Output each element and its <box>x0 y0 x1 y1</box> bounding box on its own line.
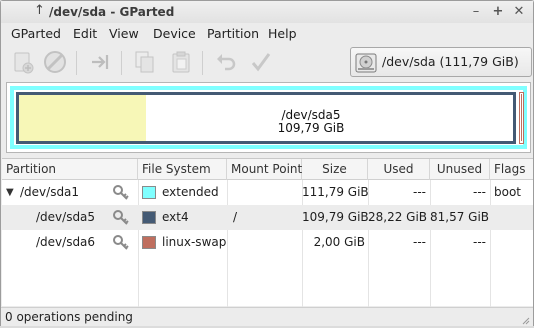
paste-icon[interactable] <box>168 49 194 75</box>
copy-icon[interactable] <box>132 49 158 75</box>
cell-unused: --- <box>473 235 486 249</box>
key-icon <box>112 209 130 227</box>
delete-icon[interactable] <box>42 49 68 75</box>
device-selector[interactable]: /dev/sda (111,79 GiB) <box>350 47 532 77</box>
key-icon <box>112 234 130 252</box>
up-arrow-icon: ↑ <box>34 3 45 18</box>
cell-flags: boot <box>494 185 522 199</box>
cell-partition: /dev/sda1 <box>20 185 80 199</box>
partition-sda5-block[interactable]: /dev/sda5 109,79 GiB <box>16 92 516 144</box>
header-flags[interactable]: Flags <box>490 159 533 180</box>
hard-disk-icon <box>354 51 378 75</box>
partition-sda6-block[interactable] <box>519 92 524 144</box>
resize-grip-icon[interactable] <box>520 314 530 325</box>
cell-partition: /dev/sda6 <box>36 235 96 249</box>
toolbar-separator <box>121 51 122 75</box>
toolbar-separator <box>76 51 77 75</box>
disk-map: /dev/sda5 109,79 GiB <box>6 82 531 153</box>
cell-used: --- <box>413 235 426 249</box>
header-used[interactable]: Used <box>368 159 430 180</box>
table-row-sda1[interactable]: ▼ /dev/sda1 extended 111,79 GiB --- --- … <box>2 180 533 205</box>
minimize-icon[interactable]: – <box>468 4 484 20</box>
undo-icon[interactable] <box>213 49 239 75</box>
maximize-icon[interactable]: + <box>490 4 506 20</box>
fs-color-swatch <box>142 211 156 224</box>
status-text: 0 operations pending <box>5 310 133 324</box>
partition-table: Partition File System Mount Point Size U… <box>2 158 533 307</box>
table-row-sda6[interactable]: /dev/sda6 linux-swap 2,00 GiB --- --- <box>2 230 533 255</box>
menu-edit[interactable]: Edit <box>73 26 97 41</box>
header-partition[interactable]: Partition <box>2 159 138 180</box>
resize-move-icon[interactable] <box>87 49 113 75</box>
title-bar[interactable]: ↑ /dev/sda - GParted – + ✕ <box>1 1 533 23</box>
cell-used: --- <box>413 185 426 199</box>
apply-icon[interactable] <box>248 49 274 75</box>
cell-file-system: ext4 <box>162 210 189 224</box>
header-unused[interactable]: Unused <box>430 159 490 180</box>
new-partition-icon[interactable] <box>10 49 36 75</box>
header-mount-point[interactable]: Mount Point <box>227 159 302 180</box>
table-row-sda5[interactable]: /dev/sda5 ext4 / 109,79 GiB 28,22 GiB 81… <box>2 205 533 230</box>
cell-mount-point: / <box>233 210 238 224</box>
menu-gparted[interactable]: GParted <box>11 26 61 41</box>
expander-down-icon[interactable]: ▼ <box>6 180 14 205</box>
header-size[interactable]: Size <box>302 159 368 180</box>
window-title: /dev/sda - GParted <box>49 5 175 19</box>
gparted-window: ↑ /dev/sda - GParted – + ✕ GParted Edit … <box>0 0 534 326</box>
menu-device[interactable]: Device <box>153 26 196 41</box>
cell-unused: --- <box>473 185 486 199</box>
device-label: /dev/sda (111,79 GiB) <box>382 54 519 69</box>
cell-file-system: extended <box>162 185 219 199</box>
menu-view[interactable]: View <box>109 26 139 41</box>
menu-help[interactable]: Help <box>268 26 297 41</box>
partition-sda1-extended[interactable]: /dev/sda5 109,79 GiB <box>10 86 527 149</box>
cell-size: 109,79 GiB <box>302 210 369 224</box>
cell-used: 28,22 GiB <box>368 210 428 224</box>
fs-color-swatch <box>142 186 156 199</box>
header-file-system[interactable]: File System <box>138 159 227 180</box>
close-icon[interactable]: ✕ <box>511 4 527 20</box>
fs-color-swatch <box>142 236 156 249</box>
cell-unused: 81,57 GiB <box>430 210 490 224</box>
partition-sda5-label: /dev/sda5 109,79 GiB <box>109 109 513 135</box>
cell-file-system: linux-swap <box>162 235 227 249</box>
menu-bar: GParted Edit View Device Partition Help <box>1 23 533 43</box>
table-header: Partition File System Mount Point Size U… <box>2 159 533 180</box>
cell-size: 2,00 GiB <box>313 235 365 249</box>
cell-partition: /dev/sda5 <box>36 210 96 224</box>
toolbar-separator <box>202 51 203 75</box>
key-icon <box>112 184 130 202</box>
menu-partition[interactable]: Partition <box>207 26 259 41</box>
status-bar: 0 operations pending <box>1 307 533 326</box>
partition-sda5-size: 109,79 GiB <box>277 121 345 135</box>
cell-size: 111,79 GiB <box>302 185 369 199</box>
